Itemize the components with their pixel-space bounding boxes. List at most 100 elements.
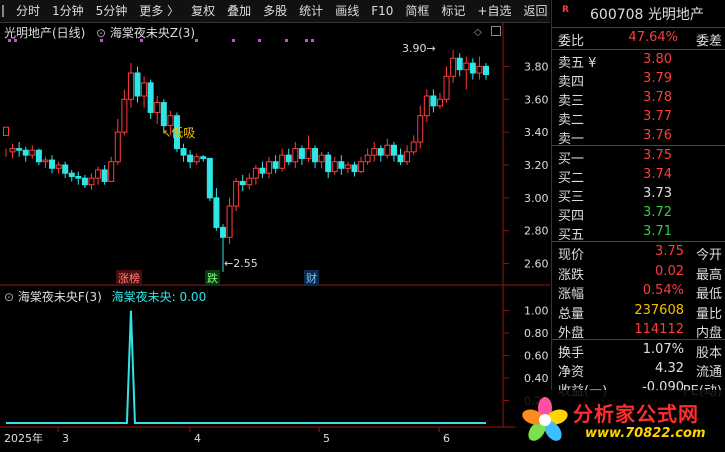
- candle-body: [358, 161, 365, 173]
- quote-row-2-label: 涨幅: [558, 287, 585, 302]
- buy-level-5: 买五 3.71: [558, 224, 722, 243]
- candle-body: [147, 82, 154, 113]
- main-indicator-label: 海棠夜未央Z(3): [109, 26, 196, 40]
- candle-body: [423, 95, 430, 117]
- buy-level-4-value: 3.72: [643, 205, 672, 220]
- kline-chart-svg: 3.80 3.60 3.40 3.20 3.00 2.80 2.60 1.00 0.80 0.6…: [0, 22, 550, 445]
- buy-signal-annotation: ↖低吸: [162, 126, 196, 140]
- quote-row-4: 外盘 114112 内盘: [558, 322, 722, 341]
- chart-area[interactable]: 3.80 3.60 3.40 3.20 3.00 2.80 2.60 1.00 0.80 0.6…: [0, 22, 550, 449]
- tab-more[interactable]: 更多 〉: [133, 0, 185, 22]
- sell-level-2-label: 卖二: [558, 113, 585, 128]
- stock-code-name[interactable]: 600708 光明地产: [590, 4, 704, 24]
- buy-level-1-value: 3.75: [643, 148, 672, 163]
- quote-row-3-right-label: 量比: [695, 306, 722, 322]
- candle-body: [285, 154, 292, 163]
- mark-button[interactable]: 标记: [435, 0, 471, 22]
- weicha-label: 委差: [695, 34, 722, 49]
- sell-level-2: 卖二 3.77: [558, 109, 722, 128]
- quote-row-3: 总量 237608 量比: [558, 303, 722, 322]
- candle-body: [42, 159, 49, 163]
- chart-mode-diamond-icon[interactable]: ◇: [474, 27, 482, 38]
- sub-chart-header[interactable]: ⊙ 海棠夜未央F(3) 海棠夜未央: 0.00: [4, 288, 206, 305]
- multi-stock-button[interactable]: 多股: [257, 0, 293, 22]
- candle-body: [312, 148, 319, 163]
- candle-body: [55, 164, 62, 169]
- candle-body: [246, 177, 253, 186]
- candle-body: [101, 169, 108, 182]
- sub-series-label: 海棠夜未央: 0.00: [111, 290, 207, 304]
- candle-body: [259, 167, 266, 174]
- signal-marker: [8, 39, 11, 42]
- candle-body: [417, 115, 424, 143]
- quote-row-1-right-label: 最高: [695, 267, 722, 283]
- sell-level-5-value: 3.80: [643, 52, 672, 67]
- signal-marker: [195, 39, 198, 42]
- restore-rights-button[interactable]: 复权: [185, 0, 221, 22]
- y-tick-label: 3.80: [524, 60, 549, 73]
- chart-expand-icon[interactable]: [491, 26, 501, 36]
- candle-body: [154, 102, 161, 113]
- candle-body: [298, 148, 305, 159]
- stat-row-0-value: 1.07%: [642, 342, 684, 357]
- simple-frame-button[interactable]: 简框: [399, 0, 435, 22]
- sub-indicator-settings-icon[interactable]: ⊙: [4, 290, 14, 304]
- candle-body: [75, 176, 82, 179]
- tab-timeshare[interactable]: 分时: [10, 0, 46, 22]
- f10-button[interactable]: F10: [365, 0, 399, 22]
- candle-body: [483, 65, 489, 76]
- quote-row-1: 涨跌 0.02 最高: [558, 263, 722, 283]
- buy-level-1: 买一 3.75: [558, 148, 722, 167]
- buy-level-2-value: 3.74: [643, 167, 672, 182]
- event-label-limit-up[interactable]: 涨榜: [116, 270, 142, 286]
- event-label-drop[interactable]: 跌: [205, 270, 220, 286]
- signal-marker: [305, 39, 308, 42]
- candle-body: [95, 169, 102, 179]
- back-button[interactable]: 返回: [517, 0, 553, 22]
- signal-marker: [311, 39, 314, 42]
- candle-body: [49, 159, 56, 169]
- tab-1min[interactable]: 1分钟: [46, 0, 90, 22]
- sell-level-1-label: 卖一: [558, 132, 585, 147]
- buy-level-4-label: 买四: [558, 209, 585, 224]
- draw-line-button[interactable]: 画线: [329, 0, 365, 22]
- candle-body: [305, 148, 312, 159]
- stat-row-0-right-label: 股本: [695, 346, 722, 361]
- indicator-settings-icon[interactable]: ⊙: [96, 26, 106, 40]
- x-axis-label: 3: [62, 432, 69, 445]
- buy-signal-text: 低吸: [171, 126, 196, 140]
- add-watchlist-button[interactable]: +自选: [471, 0, 517, 22]
- sub-y-tick-label: 0.80: [524, 327, 549, 340]
- y-tick-label: 3.20: [524, 159, 549, 172]
- overlay-button[interactable]: 叠加: [221, 0, 257, 22]
- candle-body: [318, 154, 325, 163]
- candle-body: [233, 180, 240, 207]
- sub-y-tick-label: 1.00: [524, 305, 549, 318]
- buy-level-2: 买二 3.74: [558, 167, 722, 186]
- candle-body: [469, 62, 476, 74]
- sell-level-1: 卖一 3.76: [558, 128, 722, 147]
- sell-level-3-value: 3.78: [643, 90, 672, 105]
- candle-body: [62, 164, 69, 174]
- candle-body: [68, 172, 75, 177]
- candle-body: [160, 102, 167, 127]
- buy-level-2-label: 买二: [558, 171, 585, 186]
- y-tick-label: 2.80: [524, 225, 549, 238]
- signal-marker: [140, 39, 143, 42]
- tab-5min[interactable]: 5分钟: [90, 0, 134, 22]
- quote-row-4-right-label: 内盘: [695, 326, 722, 341]
- buy-level-4: 买四 3.72: [558, 205, 722, 224]
- weibi-row: 委比 47.64% 委差: [558, 30, 722, 49]
- quote-row-1-value: 0.02: [655, 263, 684, 279]
- signal-marker: [14, 39, 17, 42]
- y-tick-label: 3.00: [524, 192, 549, 205]
- toolbar: 分时 1分钟 5分钟 更多 〉 复权 叠加 多股 统计 画线 F10 简框 标记…: [0, 0, 550, 23]
- candle-body: [404, 151, 411, 163]
- event-label-finance[interactable]: 财: [304, 270, 319, 286]
- high-price-value: 3.90: [402, 42, 427, 55]
- candle-body: [410, 141, 417, 153]
- y-tick-label: 3.60: [524, 93, 549, 106]
- statistics-button[interactable]: 统计: [293, 0, 329, 22]
- stat-row-1: 净资 4.32 流通: [558, 361, 722, 380]
- toolbar-toggle-box[interactable]: [2, 5, 4, 17]
